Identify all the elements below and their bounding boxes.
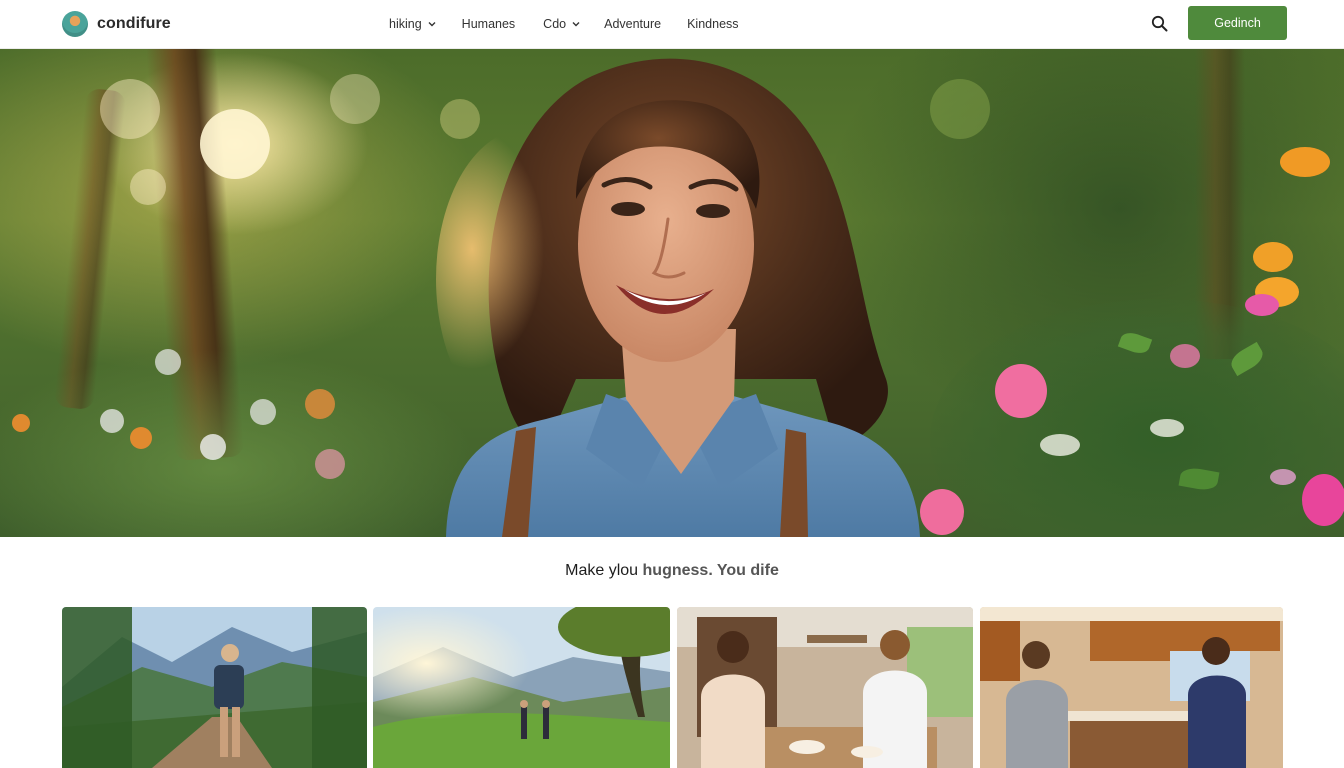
chevron-down-icon	[570, 18, 582, 30]
flower	[1150, 419, 1184, 437]
cta-button[interactable]: Gedinch	[1188, 6, 1287, 40]
kitchen-image	[980, 607, 1283, 768]
top-navigation: condifure hiking Humanes Cdo Adventure K…	[0, 0, 1344, 49]
menu-item-hiking[interactable]: hiking	[389, 17, 438, 31]
woman-portrait	[436, 58, 920, 537]
gallery-card-valley[interactable]	[373, 607, 670, 768]
hiker-image	[62, 607, 367, 768]
flower	[995, 364, 1047, 418]
brand-name: condifure	[97, 15, 171, 32]
bokeh-light	[930, 79, 990, 139]
gallery-card-kitchen[interactable]	[980, 607, 1283, 768]
main-menu: hiking Humanes Cdo Adventure Kindness	[389, 0, 739, 48]
gallery-card-dining[interactable]	[677, 607, 973, 768]
menu-item-label: Adventure	[604, 17, 662, 31]
bokeh-light	[330, 74, 380, 124]
flower	[100, 409, 124, 433]
menu-item-kindness[interactable]: Kindness	[687, 17, 738, 31]
flower	[12, 414, 30, 432]
menu-item-label: Humanes	[461, 17, 516, 31]
dining-image	[677, 607, 973, 768]
flower	[920, 489, 964, 535]
flower	[1170, 344, 1200, 368]
section-tagline: Make ylou hugness. You dife	[0, 562, 1344, 580]
hero-image	[0, 49, 1344, 537]
menu-item-cdo[interactable]: Cdo	[543, 17, 582, 31]
brand-logo[interactable]: condifure	[62, 11, 171, 37]
bokeh-light	[100, 79, 160, 139]
tagline-lead: Make ylou	[565, 562, 639, 579]
flower	[130, 427, 152, 449]
chevron-down-icon	[426, 18, 438, 30]
flower	[305, 389, 335, 419]
bokeh-light	[130, 169, 166, 205]
menu-item-label: Kindness	[687, 17, 739, 31]
flower	[1280, 147, 1330, 177]
menu-item-adventure[interactable]: Adventure	[604, 17, 661, 31]
tagline-rest: hugness. You dife	[642, 562, 779, 579]
flower	[1253, 242, 1293, 272]
menu-item-humanes[interactable]: Humanes	[462, 17, 516, 31]
meadow	[0, 349, 480, 537]
menu-item-label: hiking	[389, 17, 422, 31]
flower	[1245, 294, 1279, 316]
flower	[1302, 474, 1344, 526]
flower	[155, 349, 181, 375]
menu-item-label: Cdo	[543, 17, 567, 31]
flower	[315, 449, 345, 479]
flower	[1040, 434, 1080, 456]
flower	[200, 434, 226, 460]
bokeh-light	[200, 109, 270, 179]
gallery-card-hiker[interactable]	[62, 607, 367, 768]
flower	[1270, 469, 1296, 485]
flower	[250, 399, 276, 425]
search-icon[interactable]	[1150, 14, 1170, 34]
brand-logo-icon	[62, 11, 88, 37]
valley-image	[373, 607, 670, 768]
